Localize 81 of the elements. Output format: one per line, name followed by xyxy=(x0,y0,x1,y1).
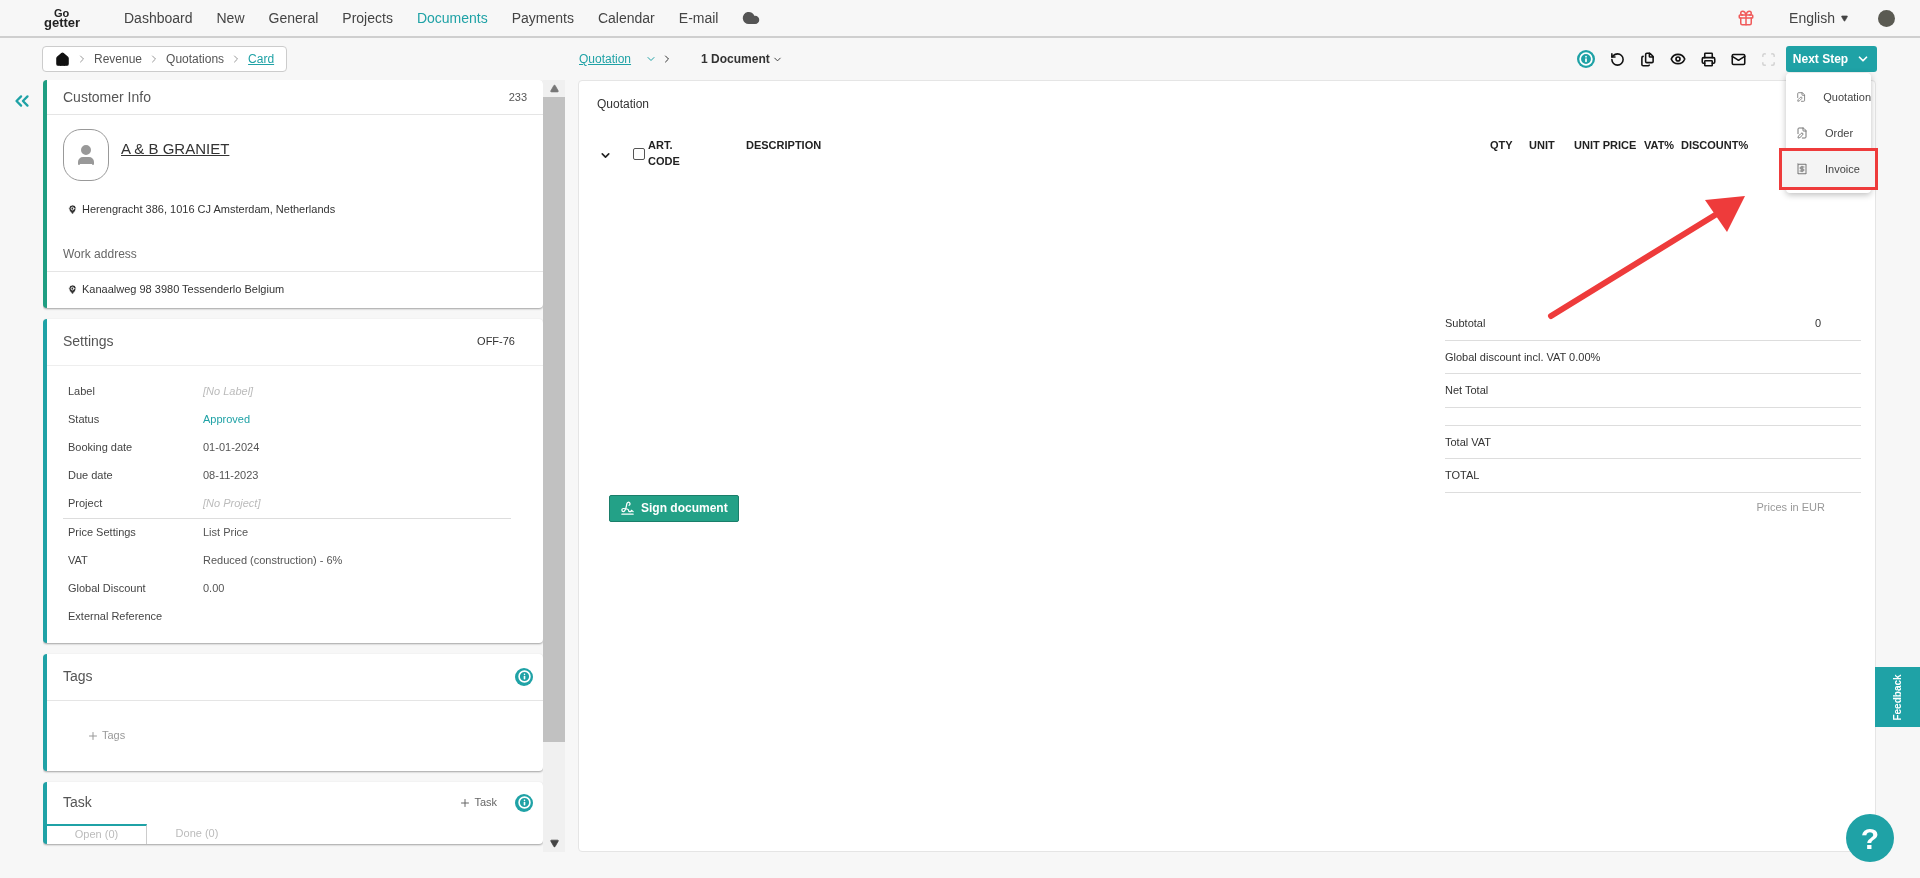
nav-link[interactable]: Payments xyxy=(511,7,574,29)
card-title: Tags xyxy=(63,667,93,686)
mail-icon[interactable] xyxy=(1731,51,1746,67)
breadcrumb-link[interactable]: Quotations xyxy=(166,50,225,68)
setting-label: VAT xyxy=(68,553,89,569)
menu-item[interactable]: Order xyxy=(1786,115,1871,151)
location-pin-icon xyxy=(67,284,78,295)
nav-link[interactable]: General xyxy=(268,7,319,29)
total-label: Total VAT xyxy=(1445,434,1492,450)
info-icon[interactable] xyxy=(1577,50,1595,68)
nav-link[interactable]: E-mail xyxy=(678,7,719,29)
section-label: Work address xyxy=(63,246,137,261)
total-label: Net Total xyxy=(1445,383,1489,398)
setting-label: Global Discount xyxy=(68,581,147,597)
nav-link[interactable]: Dashboard xyxy=(124,7,193,29)
setting-label: Label xyxy=(68,384,96,400)
menu-item[interactable]: Quotation xyxy=(1786,79,1871,115)
setting-value[interactable]: List Price xyxy=(203,524,249,541)
language-dropdown[interactable]: English xyxy=(1789,7,1848,29)
copy-icon[interactable] xyxy=(1640,51,1655,67)
nav-link[interactable]: New xyxy=(216,7,245,29)
print-icon[interactable] xyxy=(1701,51,1716,67)
column-header: ART. CODE xyxy=(648,138,681,169)
column-header: DESCRIPTION xyxy=(746,138,823,153)
setting-label: Project xyxy=(68,496,104,512)
total-label: Subtotal xyxy=(1445,316,1486,331)
cloud-icon[interactable] xyxy=(742,9,761,27)
plus-icon xyxy=(459,796,472,809)
row-checkbox[interactable] xyxy=(633,148,645,160)
card-title: Settings xyxy=(63,332,114,351)
caret-icon xyxy=(1841,14,1848,22)
column-header: VAT% xyxy=(1644,138,1676,153)
column-header: DISCOUNT% xyxy=(1681,138,1750,153)
document-count-dropdown[interactable]: 1 Document xyxy=(701,50,783,68)
breadcrumb-link[interactable]: Revenue xyxy=(94,50,143,68)
scroll-up-icon[interactable] xyxy=(549,84,559,93)
edit-document-icon xyxy=(1796,91,1807,103)
document-title: Quotation xyxy=(597,96,650,113)
location-pin-icon xyxy=(67,203,78,215)
plus-icon xyxy=(87,729,99,742)
eye-icon[interactable] xyxy=(1670,51,1686,67)
setting-value[interactable]: 01-01-2024 xyxy=(203,439,260,456)
work-address: Kanaalweg 98 3980 Tessenderlo Belgium xyxy=(82,282,285,298)
setting-label: External Reference xyxy=(68,609,164,625)
setting-label: Due date xyxy=(68,468,114,484)
receipt-icon xyxy=(1796,163,1808,175)
document-code: OFF-76 xyxy=(477,334,515,350)
scrollbar[interactable] xyxy=(543,80,565,852)
setting-value[interactable]: 08-11-2023 xyxy=(203,467,259,484)
avatar[interactable] xyxy=(1878,9,1895,27)
total-label: TOTAL xyxy=(1445,468,1480,483)
total-label: Global discount incl. VAT 0.00% xyxy=(1445,349,1601,365)
setting-value[interactable]: 0.00 xyxy=(203,580,225,597)
setting-label: Booking date xyxy=(68,440,134,456)
nav-link[interactable]: Projects xyxy=(342,7,393,29)
undo-icon[interactable] xyxy=(1610,51,1625,67)
info-icon[interactable] xyxy=(515,667,533,686)
add-task-button[interactable]: Task xyxy=(459,794,497,811)
menu-item[interactable]: Invoice xyxy=(1782,151,1875,187)
setting-label: Price Settings xyxy=(68,525,137,541)
edit-document-icon xyxy=(1796,127,1808,139)
signature-icon xyxy=(620,500,635,516)
nav-link[interactable]: Calendar xyxy=(597,7,655,29)
setting-label: Status xyxy=(68,412,101,428)
card-title: Customer Info xyxy=(63,87,151,107)
column-header: QTY xyxy=(1490,138,1514,153)
card-title: Task xyxy=(63,793,92,812)
home-icon[interactable] xyxy=(55,51,70,67)
currency-note: Prices in EUR xyxy=(1756,499,1825,515)
avatar xyxy=(63,129,109,181)
customer-name-link[interactable]: A & B GRANIET xyxy=(121,138,230,161)
column-header: UNIT xyxy=(1529,138,1556,153)
info-icon[interactable] xyxy=(515,793,533,812)
total-value: 0 xyxy=(1814,316,1821,331)
logo[interactable]: Go getter xyxy=(44,8,102,28)
setting-value[interactable]: Reduced (construction) - 6% xyxy=(203,552,343,569)
scroll-down-icon[interactable] xyxy=(549,839,559,848)
customer-number: 233 xyxy=(508,89,527,105)
address: Herengracht 386, 1016 CJ Amsterdam, Netherlands xyxy=(82,202,336,217)
column-header: UNIT PRICE xyxy=(1574,138,1638,153)
gift-icon[interactable] xyxy=(1737,9,1756,27)
